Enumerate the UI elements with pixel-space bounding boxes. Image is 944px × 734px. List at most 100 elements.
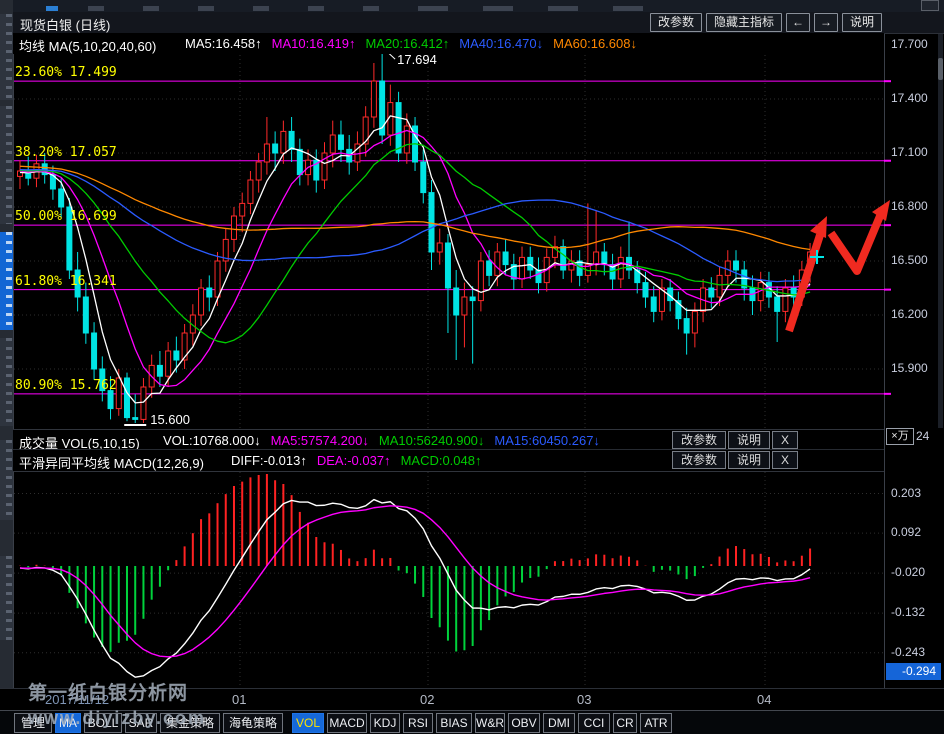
- toolbar-icon[interactable]: [198, 6, 214, 11]
- macd-current-value-badge: -0.294: [886, 663, 941, 680]
- help-button[interactable]: 说明: [728, 451, 770, 469]
- first-date-label: 2017/11/12: [45, 692, 109, 707]
- candle-body: [503, 252, 508, 265]
- tab-BOLL[interactable]: BOLL: [84, 713, 122, 733]
- arrow-right-button[interactable]: →: [814, 13, 838, 32]
- tab-MACD[interactable]: MACD: [327, 713, 367, 733]
- toolbar-icon[interactable]: [613, 6, 643, 11]
- arrow-left-button[interactable]: ←: [786, 13, 810, 32]
- close-button[interactable]: X: [772, 451, 798, 469]
- candle-body: [445, 243, 450, 288]
- sidebar-tab[interactable]: [0, 106, 13, 224]
- candle-body: [725, 261, 730, 275]
- candle-body: [248, 180, 253, 203]
- price-axis-label: 15.900: [891, 361, 928, 375]
- tab-OBV[interactable]: OBV: [508, 713, 540, 733]
- candle-body: [92, 333, 97, 369]
- candle-body: [421, 162, 426, 193]
- volume-indicator-header: 成交量 VOL(5,10,15) VOL:10768.000↓MA5:57574…: [13, 429, 884, 451]
- sidebar-tab[interactable]: [0, 14, 13, 100]
- fib-level-label: 80.90% 15.762: [15, 378, 117, 393]
- candle-body: [338, 135, 343, 149]
- price-axis-label: 17.400: [891, 91, 928, 105]
- volume-axis-top-value: 24: [916, 429, 929, 443]
- toolbar-icon[interactable]: [363, 6, 379, 11]
- candle-body: [289, 131, 294, 149]
- tab-CR[interactable]: CR: [613, 713, 637, 733]
- tab-CCI[interactable]: CCI: [578, 713, 610, 733]
- chart-canvas[interactable]: 17.69415.600: [0, 0, 944, 734]
- candle-body: [454, 288, 459, 315]
- toolbar-icon[interactable]: [548, 6, 578, 11]
- tab-BIAS[interactable]: BIAS: [436, 713, 472, 733]
- tab-RSI[interactable]: RSI: [403, 713, 433, 733]
- toolbar-button[interactable]: [921, 0, 939, 11]
- toolbar-icon[interactable]: [143, 6, 159, 11]
- toolbar-icon[interactable]: [308, 6, 324, 11]
- candle-body: [520, 257, 525, 279]
- help-button[interactable]: 说明: [728, 431, 770, 449]
- tab-SAR[interactable]: SAR: [125, 713, 157, 733]
- candle-body: [561, 247, 566, 270]
- macd-axis-label: -0.243: [891, 645, 925, 659]
- modify-params-button[interactable]: 改参数: [650, 13, 702, 32]
- macd_header-value: DIFF:-0.013↑: [231, 453, 307, 468]
- modify-params-button[interactable]: 改参数: [672, 431, 726, 449]
- sidebar-tab-active[interactable]: [0, 232, 13, 330]
- toolbar-icon[interactable]: [418, 6, 448, 11]
- hide-main-indicator-button[interactable]: 隐藏主指标: [706, 13, 782, 32]
- macd_header-value: MACD:0.048↑: [401, 453, 482, 468]
- macd-header-buttons: 改参数说明X: [672, 451, 798, 469]
- ma_header-value: MA20:16.412↑: [365, 36, 449, 51]
- macd_header-value: DEA:-0.037↑: [317, 453, 391, 468]
- candle-body: [470, 297, 475, 301]
- sidebar-tab[interactable]: [0, 556, 13, 640]
- tab-管理[interactable]: 管理: [14, 713, 52, 733]
- tab-KDJ[interactable]: KDJ: [370, 713, 400, 733]
- tab-VOL[interactable]: VOL: [292, 713, 324, 733]
- trend-arrow-head-1: [810, 216, 827, 238]
- candle-body: [651, 297, 656, 311]
- tab-W&R[interactable]: W&R: [475, 713, 505, 733]
- price-axis-label: 16.800: [891, 199, 928, 213]
- titlebar-buttons: 改参数隐藏主指标←→说明: [650, 13, 882, 32]
- toolbar-icon[interactable]: [483, 6, 513, 11]
- modify-params-button[interactable]: 改参数: [672, 451, 726, 469]
- candle-body: [371, 81, 376, 117]
- candle-body: [478, 261, 483, 301]
- toolbar-icon[interactable]: [46, 6, 58, 11]
- macd-title: 平滑异同平均线 MACD(12,26,9): [19, 453, 204, 472]
- candle-body: [330, 135, 335, 153]
- candle-body: [157, 365, 162, 376]
- price-axis-label: 16.500: [891, 253, 928, 267]
- macd-axis-label: 0.092: [891, 525, 921, 539]
- tab-海龟策略[interactable]: 海龟策略: [223, 713, 283, 733]
- help-button[interactable]: 说明: [842, 13, 882, 32]
- candle-body: [141, 387, 146, 419]
- candle-body: [207, 288, 212, 297]
- candle-body: [116, 378, 121, 409]
- candle-body: [462, 297, 467, 315]
- title-bar: 现货白银 (日线) 改参数隐藏主指标←→说明: [13, 12, 944, 34]
- toolbar-icon[interactable]: [253, 6, 269, 11]
- toolbar-icon[interactable]: [88, 6, 104, 11]
- volume_header-value: MA5:57574.200↓: [271, 433, 369, 448]
- tab-ATR[interactable]: ATR: [640, 713, 672, 733]
- ma60-line: [20, 166, 810, 249]
- time-axis: 2017/11/12 01020304: [0, 688, 944, 711]
- sidebar-tab[interactable]: [0, 440, 13, 520]
- tab-集金策略[interactable]: 集金策略: [160, 713, 220, 733]
- close-button[interactable]: X: [772, 431, 798, 449]
- price-axis-label: 17.700: [891, 37, 928, 51]
- volume_header-value: VOL:10768.000↓: [163, 433, 261, 448]
- volume-axis-unit: ×万: [886, 428, 914, 445]
- tab-DMI[interactable]: DMI: [543, 713, 575, 733]
- candle-body: [528, 257, 533, 270]
- fib-level-label: 61.80% 16.341: [15, 274, 117, 289]
- candle-body: [264, 144, 269, 162]
- candle-body: [215, 261, 220, 297]
- tab-MA[interactable]: MA: [55, 713, 81, 733]
- sidebar-tab[interactable]: [0, 338, 13, 426]
- left-sidebar: [0, 0, 14, 688]
- low-price-label: 15.600: [150, 412, 190, 427]
